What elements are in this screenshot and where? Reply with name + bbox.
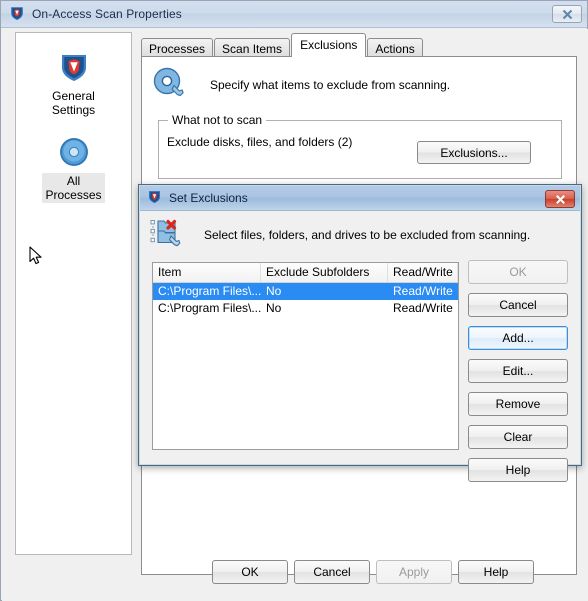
groupbox-description: Exclude disks, files, and folders (2) — [167, 135, 353, 149]
blue-circle-icon — [58, 136, 90, 168]
dialog-title: Set Exclusions — [169, 191, 248, 205]
close-icon — [562, 9, 572, 19]
close-icon — [555, 194, 565, 204]
sidebar-label-line1: All — [66, 174, 81, 188]
groupbox-caption: What not to scan — [168, 113, 267, 127]
sidebar-label-line1: General — [52, 89, 95, 103]
shield-v-icon — [147, 189, 162, 207]
column-header-exclude-subfolders[interactable]: Exclude Subfolders — [261, 263, 388, 282]
tab-actions[interactable]: Actions — [367, 38, 423, 58]
set-exclusions-dialog: Set Exclusions Select files, folders, an… — [138, 184, 582, 482]
cancel-button[interactable]: Cancel — [294, 560, 370, 584]
sidebar-item-all-processes-label: All Processes — [42, 173, 105, 203]
dialog-cancel-button[interactable]: Cancel — [468, 293, 568, 317]
dialog-titlebar: Set Exclusions — [140, 186, 580, 211]
sidebar-item-general-settings[interactable]: General Settings — [16, 51, 131, 118]
sidebar-item-all-processes[interactable]: All Processes — [16, 136, 131, 203]
cell-exclude-subfolders: No — [266, 284, 282, 298]
sidebar: General Settings All Processes — [15, 32, 132, 555]
ok-button[interactable]: OK — [212, 560, 288, 584]
main-window-close-button[interactable] — [552, 5, 582, 23]
apply-button: Apply — [376, 560, 452, 584]
listview-header-row: Item Exclude Subfolders Read/Write — [153, 263, 458, 283]
main-window-titlebar: On-Access Scan Properties — [1, 1, 587, 28]
main-window-title: On-Access Scan Properties — [32, 7, 182, 21]
dialog-header: Select files, folders, and drives to be … — [150, 218, 530, 253]
cell-item: C:\Program Files\... — [158, 301, 261, 315]
exclusions-button[interactable]: Exclusions... — [417, 141, 531, 164]
dialog-body: Select files, folders, and drives to be … — [141, 212, 579, 482]
column-header-read-write[interactable]: Read/Write — [388, 263, 458, 282]
cell-exclude-subfolders: No — [266, 301, 282, 315]
help-button[interactable]: Help — [458, 560, 534, 584]
dialog-add-button[interactable]: Add... — [468, 326, 568, 350]
cell-read-write: Read/Write — [393, 284, 453, 298]
table-row[interactable]: C:\Program Files\... No Read/Write — [153, 300, 458, 317]
disk-wrench-icon — [152, 66, 188, 105]
column-header-item[interactable]: Item — [153, 263, 261, 282]
tab-strip: Processes Scan Items Exclusions Actions — [141, 33, 577, 58]
sidebar-label-line2: Settings — [51, 103, 96, 117]
cell-read-write: Read/Write — [393, 301, 453, 315]
dialog-edit-button[interactable]: Edit... — [468, 359, 568, 383]
main-window-button-bar: OK Cancel Apply Help — [2, 560, 588, 584]
sidebar-label-line2: Processes — [45, 188, 102, 202]
shield-v-icon — [9, 5, 25, 24]
folder-exclude-wrench-icon — [150, 218, 184, 253]
panel-header-text: Specify what items to exclude from scann… — [210, 78, 451, 92]
table-row[interactable]: C:\Program Files\... No Read/Write — [153, 283, 458, 300]
tab-scan-items[interactable]: Scan Items — [214, 38, 291, 58]
tab-exclusions[interactable]: Exclusions — [291, 33, 367, 57]
dialog-header-text: Select files, folders, and drives to be … — [204, 228, 531, 242]
dialog-clear-button[interactable]: Clear — [468, 425, 568, 449]
panel-header: Specify what items to exclude from scann… — [152, 66, 450, 105]
dialog-ok-button: OK — [468, 260, 568, 284]
dialog-inner-frame: Set Exclusions Select files, folders, an… — [139, 185, 581, 482]
dialog-remove-button[interactable]: Remove — [468, 392, 568, 416]
exclusions-listview[interactable]: Item Exclude Subfolders Read/Write C:\Pr… — [152, 262, 459, 450]
cell-item: C:\Program Files\... — [158, 284, 261, 298]
dialog-close-button[interactable] — [545, 190, 575, 208]
dialog-help-button[interactable]: Help — [468, 458, 568, 482]
shield-v-icon — [58, 51, 90, 83]
sidebar-item-general-settings-label: General Settings — [49, 88, 98, 118]
tab-processes[interactable]: Processes — [141, 38, 214, 58]
